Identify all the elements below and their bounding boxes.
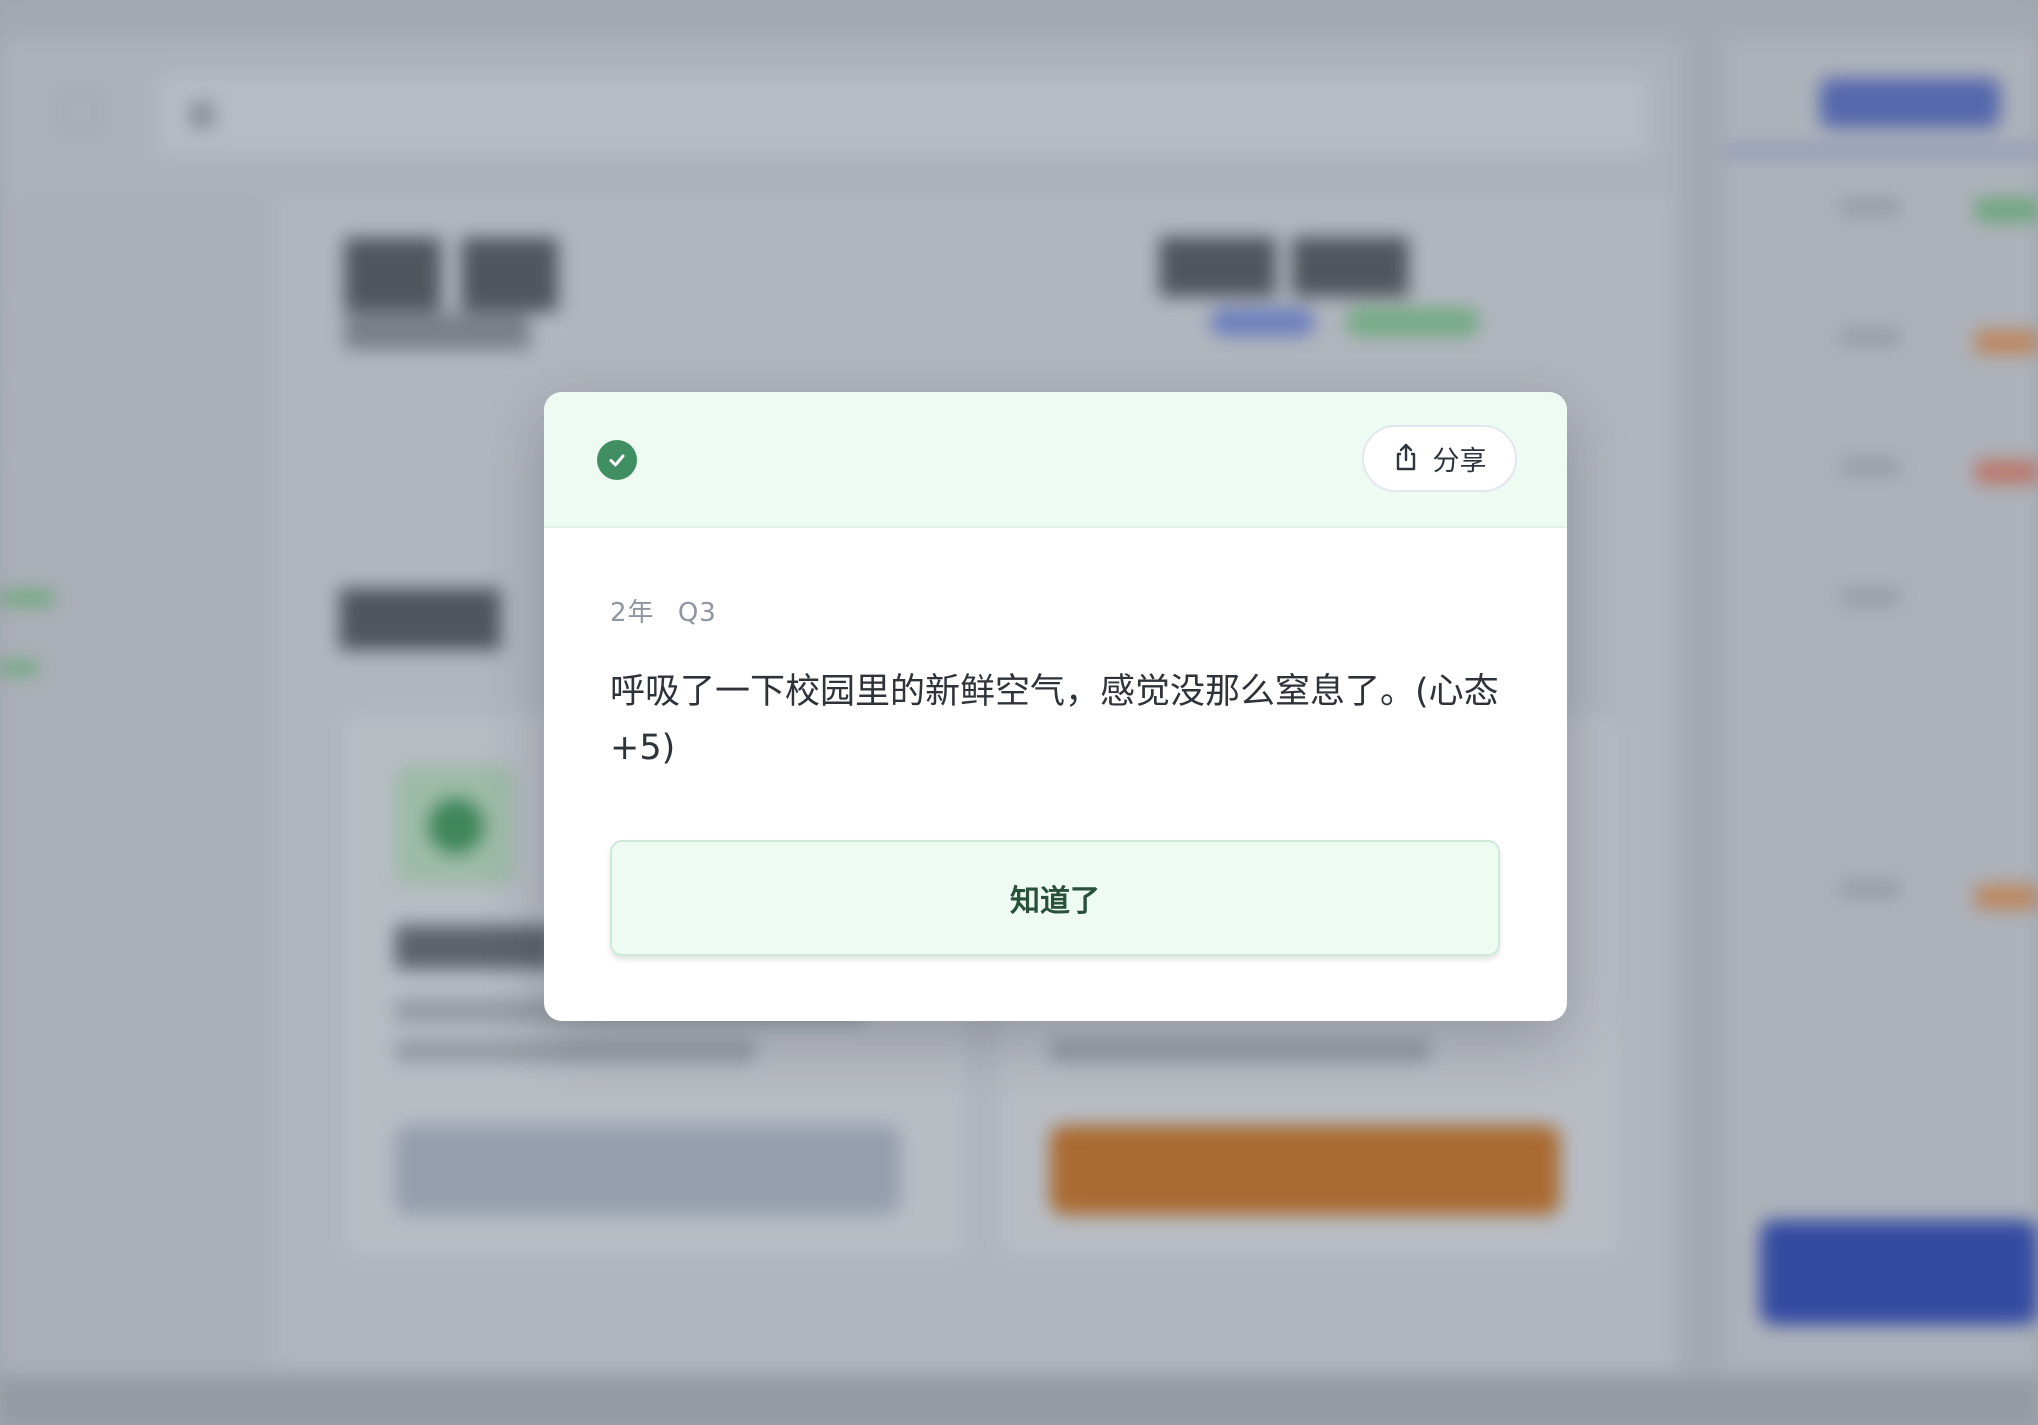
event-meta: 2年 Q3 [610,592,717,629]
share-icon [1393,442,1419,476]
confirm-button[interactable]: 知道了 [610,840,1500,956]
dialog-header: 分享 [544,392,1567,528]
event-message: 呼吸了一下校园里的新鲜空气，感觉没那么窒息了。(心态+5) [610,672,1499,768]
event-dialog: 分享 2年 Q3 呼吸了一下校园里的新鲜空气，感觉没那么窒息了。(心态+5) 知… [544,392,1567,1021]
share-button[interactable]: 分享 [1362,425,1517,492]
check-circle-icon [597,440,637,480]
event-year: 2年 [610,598,655,628]
share-label: 分享 [1432,446,1487,477]
event-quarter: Q3 [677,598,717,628]
